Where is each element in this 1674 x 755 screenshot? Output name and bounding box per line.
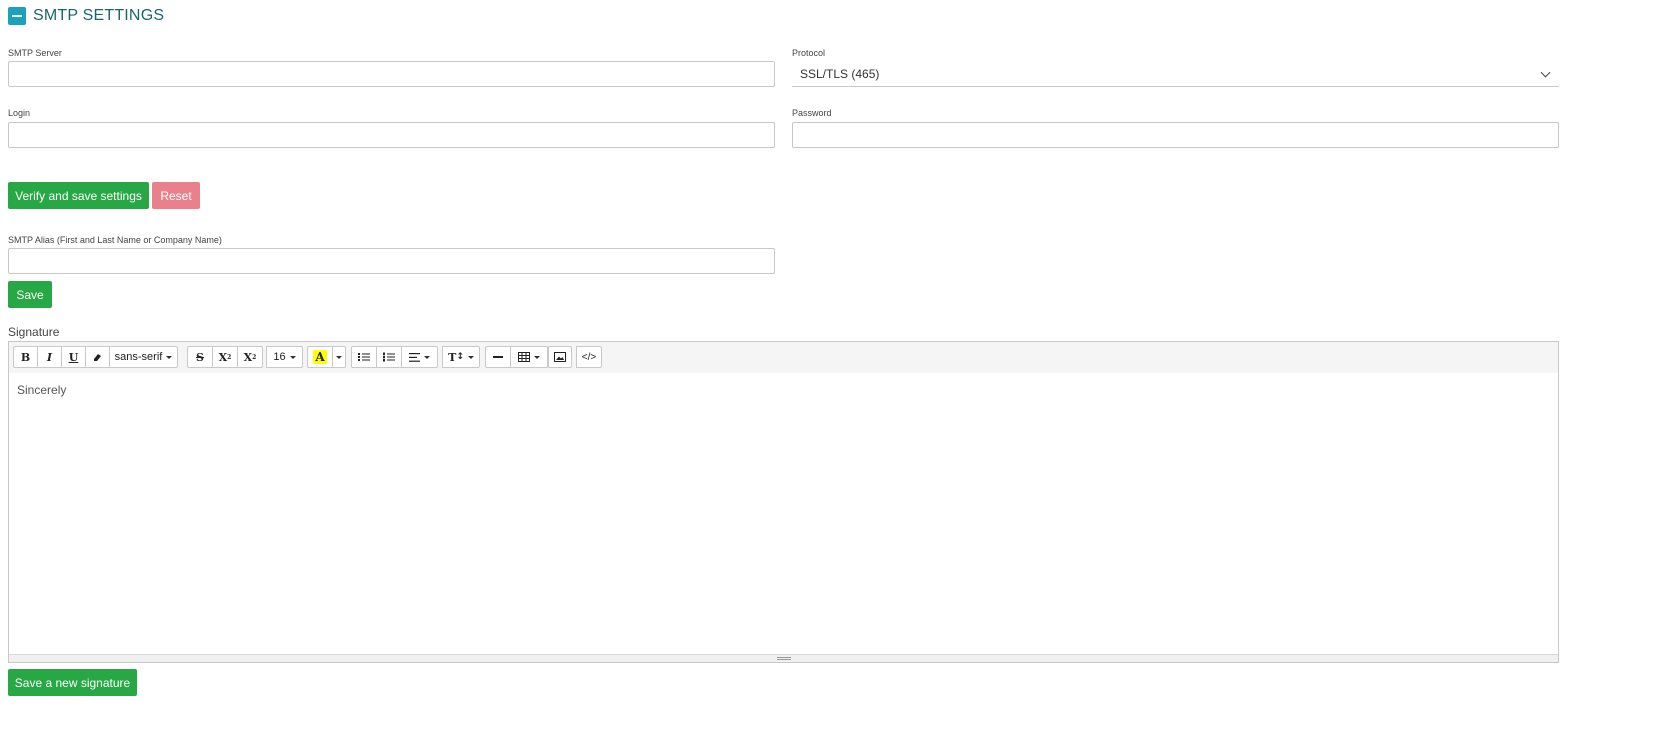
table-dropdown[interactable] [510,346,548,368]
align-left-icon [409,352,420,362]
toolbar-paragraph-group [351,346,438,368]
login-label: Login [8,108,31,118]
superscript-mark: 2 [227,353,232,361]
subscript-label: X [243,350,253,364]
unordered-list-button[interactable] [351,346,377,368]
editor-toolbar: B I U sans-serif S X2 X2 16 A T ↕ </> [9,342,1558,374]
signature-text: Sincerely [17,383,67,397]
superscript-label: X [218,350,228,364]
superscript-button[interactable]: X2 [212,346,238,368]
eraser-button[interactable] [85,346,110,368]
font-size-dropdown[interactable]: 16 [266,346,303,368]
code-view-button[interactable]: </> [576,346,602,368]
subscript-button[interactable]: X2 [237,346,263,368]
bullet-list-icon [358,353,370,361]
alias-input[interactable] [8,248,775,274]
toolbar-format-group: S X2 X2 [187,346,263,368]
line-height-dropdown[interactable]: T ↕ [442,346,480,368]
underline-button[interactable]: U [61,346,86,368]
verify-save-button[interactable]: Verify and save settings [8,182,149,209]
protocol-selected-value: SSL/TLS (465) [800,66,880,81]
color-dropdown-button[interactable] [332,346,346,368]
collapse-icon[interactable] [8,7,26,25]
toolbar-height-group: T ↕ [442,346,480,368]
toolbar-style-group: B I U sans-serif [13,346,178,368]
signature-content[interactable]: Sincerely [9,373,1558,655]
reset-button[interactable]: Reset [152,182,200,209]
ordered-list-button[interactable] [376,346,402,368]
align-dropdown[interactable] [401,346,438,368]
save-signature-button[interactable]: Save a new signature [8,669,137,696]
text-color-button[interactable]: A [307,346,333,368]
signature-label: Signature [8,325,60,339]
grip-icon [776,657,791,660]
numbered-list-icon [383,352,395,362]
font-family-value: sans-serif [114,351,163,363]
smtp-server-input[interactable] [8,61,775,87]
font-size-value: 16 [273,351,286,363]
font-family-dropdown[interactable]: sans-serif [109,346,178,368]
caret-down-icon [289,355,296,359]
section-header: SMTP SETTINGS [8,6,164,26]
caret-down-icon [424,355,430,359]
table-icon [518,352,530,362]
caret-down-icon [336,355,342,359]
caret-down-icon [534,355,540,359]
insert-image-button[interactable] [548,346,572,368]
save-alias-button[interactable]: Save [8,281,52,308]
caret-down-icon [467,355,474,359]
image-icon [554,352,566,362]
eraser-icon [94,353,101,361]
caret-down-icon [166,355,173,359]
editor-resize-handle[interactable] [9,654,1558,662]
arrows-vertical-icon: ↕ [456,352,464,362]
color-letter-icon: A [313,350,327,364]
toolbar-color-group: A [307,346,346,368]
toolbar-media-group [548,346,572,368]
subscript-mark: 2 [252,353,257,361]
smtp-server-label: SMTP Server [8,48,62,58]
bold-button[interactable]: B [13,346,38,368]
password-label: Password [792,108,832,118]
protocol-label: Protocol [792,48,826,58]
line-height-icon: T [448,350,457,364]
toolbar-size-group: 16 [266,346,303,368]
signature-editor: B I U sans-serif S X2 X2 16 A T ↕ </> Si… [8,341,1559,663]
section-title: SMTP SETTINGS [33,7,165,24]
toolbar-code-group: </> [576,346,602,368]
horizontal-rule-button[interactable] [485,346,511,368]
login-input[interactable] [8,122,775,148]
protocol-select[interactable]: SSL/TLS (465) [792,61,1559,87]
chevron-down-icon [1540,67,1551,77]
alias-label: SMTP Alias (First and Last Name or Compa… [8,235,222,245]
horizontal-rule-icon [493,356,503,358]
toolbar-insert-group [485,346,548,368]
italic-button[interactable]: I [37,346,62,368]
password-input[interactable] [792,122,1559,148]
strikethrough-button[interactable]: S [187,346,213,368]
